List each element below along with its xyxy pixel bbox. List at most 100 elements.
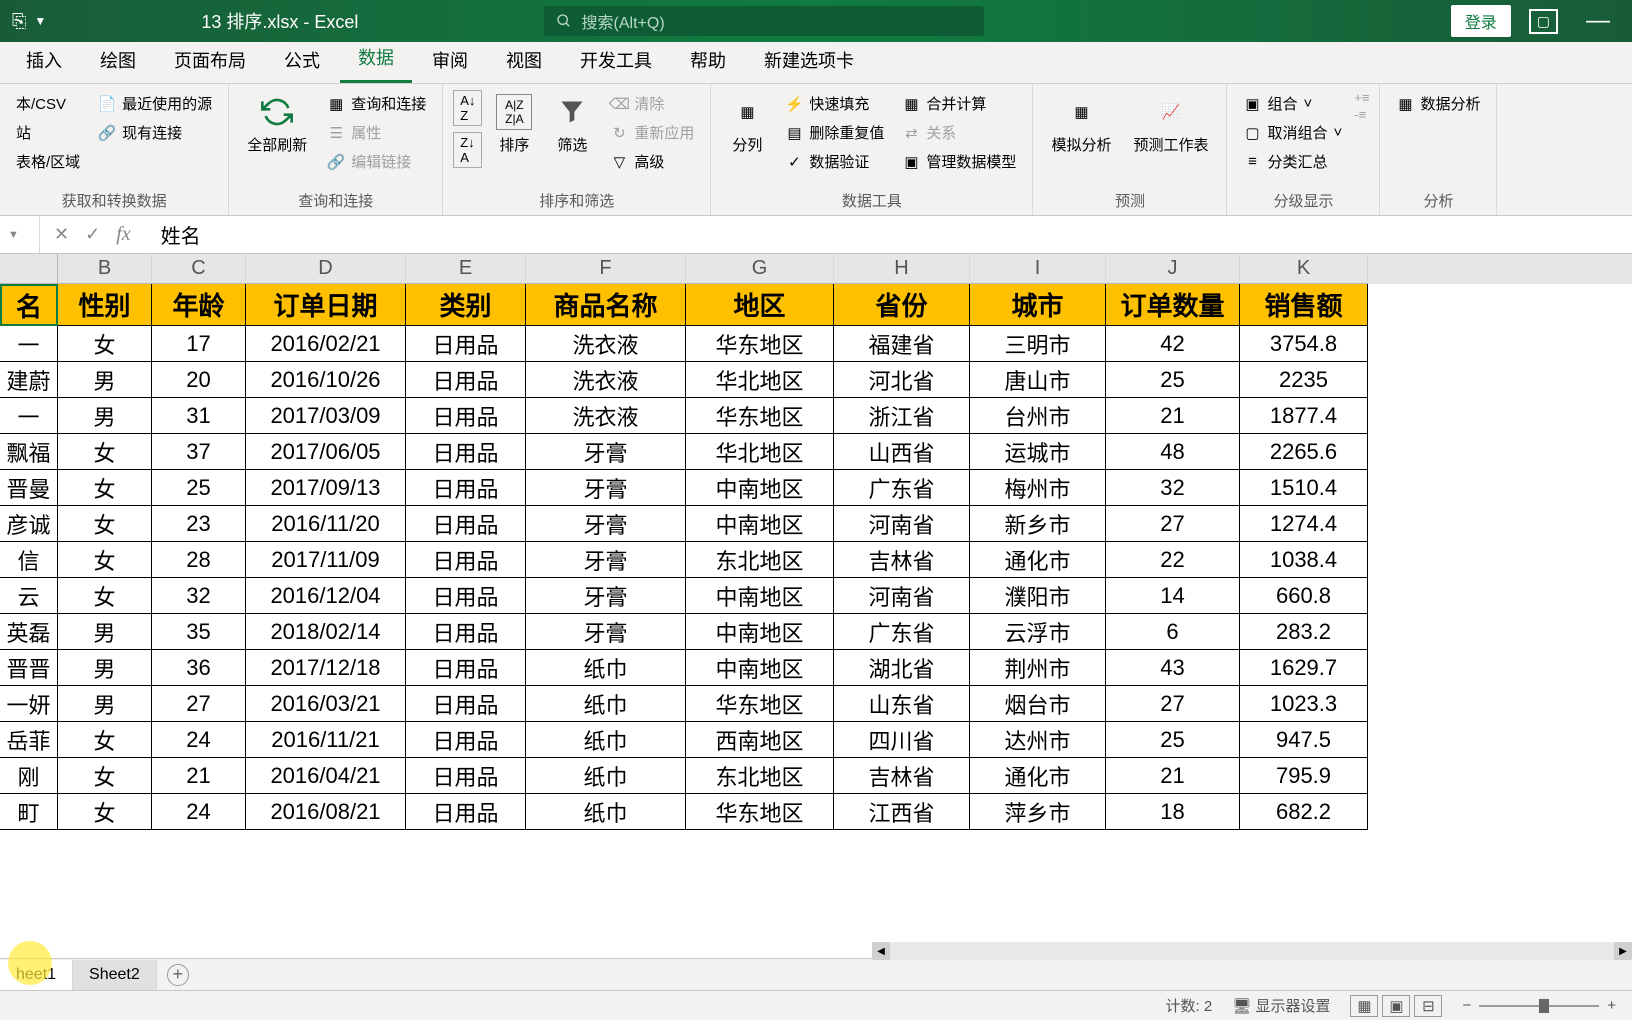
ungroup-button[interactable]: ▢取消组合 ˅: [1237, 119, 1348, 146]
tab-view[interactable]: 视图: [488, 37, 560, 83]
cell[interactable]: 20: [152, 362, 246, 398]
cell[interactable]: 男: [58, 398, 152, 434]
page-break-view-button[interactable]: ⊟: [1414, 995, 1442, 1017]
formula-input[interactable]: 姓名: [145, 216, 1632, 253]
cell[interactable]: 荆州市: [970, 650, 1106, 686]
cell[interactable]: 2016/11/20: [246, 506, 406, 542]
cell[interactable]: 682.2: [1240, 794, 1368, 830]
cell-J1[interactable]: 订单数量: [1106, 284, 1240, 326]
cell[interactable]: 男: [58, 686, 152, 722]
cell[interactable]: 2016/04/21: [246, 758, 406, 794]
cell[interactable]: 日用品: [406, 398, 526, 434]
cell[interactable]: 23: [152, 506, 246, 542]
cell[interactable]: 通化市: [970, 542, 1106, 578]
cell[interactable]: 1023.3: [1240, 686, 1368, 722]
cell[interactable]: 河北省: [834, 362, 970, 398]
cell[interactable]: 2016/08/21: [246, 794, 406, 830]
cell[interactable]: 女: [58, 578, 152, 614]
cell[interactable]: 牙膏: [526, 542, 686, 578]
cell[interactable]: 2265.6: [1240, 434, 1368, 470]
cell[interactable]: 35: [152, 614, 246, 650]
cell[interactable]: 795.9: [1240, 758, 1368, 794]
tab-insert[interactable]: 插入: [8, 37, 80, 83]
cell[interactable]: 31: [152, 398, 246, 434]
confirm-formula-button[interactable]: ✓: [85, 224, 100, 245]
cell[interactable]: 纸巾: [526, 758, 686, 794]
queries-connections-button[interactable]: ▦查询和连接: [321, 90, 432, 117]
cell-F1[interactable]: 商品名称: [526, 284, 686, 326]
cell[interactable]: 2017/09/13: [246, 470, 406, 506]
sort-button[interactable]: A|ZZ|A 排序: [488, 90, 540, 159]
cell[interactable]: 24: [152, 794, 246, 830]
cell-E1[interactable]: 类别: [406, 284, 526, 326]
tab-data[interactable]: 数据: [340, 34, 412, 83]
cell[interactable]: 女: [58, 794, 152, 830]
cell-C1[interactable]: 年龄: [152, 284, 246, 326]
cell-K1[interactable]: 销售额: [1240, 284, 1368, 326]
cell[interactable]: 广东省: [834, 614, 970, 650]
cell[interactable]: 纸巾: [526, 686, 686, 722]
cell[interactable]: 日用品: [406, 794, 526, 830]
col-header-E[interactable]: E: [406, 254, 526, 284]
cell[interactable]: 日用品: [406, 542, 526, 578]
advanced-filter-button[interactable]: ▽高级: [604, 148, 700, 175]
cell[interactable]: 男: [58, 650, 152, 686]
cell[interactable]: 日用品: [406, 326, 526, 362]
col-header-K[interactable]: K: [1240, 254, 1368, 284]
cell[interactable]: 江西省: [834, 794, 970, 830]
cell[interactable]: 纸巾: [526, 722, 686, 758]
cell[interactable]: 24: [152, 722, 246, 758]
cell[interactable]: 日用品: [406, 434, 526, 470]
cell[interactable]: 日用品: [406, 758, 526, 794]
text-to-columns-button[interactable]: ▦ 分列: [721, 90, 773, 159]
cell[interactable]: 25: [152, 470, 246, 506]
col-header-F[interactable]: F: [526, 254, 686, 284]
cell[interactable]: 1038.4: [1240, 542, 1368, 578]
cell[interactable]: 华东地区: [686, 794, 834, 830]
cell[interactable]: 纸巾: [526, 794, 686, 830]
login-button[interactable]: 登录: [1451, 5, 1511, 37]
cell[interactable]: 2016/10/26: [246, 362, 406, 398]
cell[interactable]: 21: [1106, 758, 1240, 794]
cell-D1[interactable]: 订单日期: [246, 284, 406, 326]
cell[interactable]: 台州市: [970, 398, 1106, 434]
cell[interactable]: 32: [1106, 470, 1240, 506]
cell[interactable]: 西南地区: [686, 722, 834, 758]
from-web-button[interactable]: 站: [10, 119, 86, 146]
tab-developer[interactable]: 开发工具: [562, 37, 670, 83]
cell[interactable]: 283.2: [1240, 614, 1368, 650]
cell[interactable]: 云: [0, 578, 58, 614]
cell[interactable]: 中南地区: [686, 614, 834, 650]
cell[interactable]: 947.5: [1240, 722, 1368, 758]
cell-I1[interactable]: 城市: [970, 284, 1106, 326]
cell[interactable]: 男: [58, 614, 152, 650]
cell[interactable]: 洗衣液: [526, 398, 686, 434]
cell[interactable]: 27: [152, 686, 246, 722]
cell[interactable]: 晋晋: [0, 650, 58, 686]
cell[interactable]: 28: [152, 542, 246, 578]
zoom-slider[interactable]: − +: [1462, 997, 1616, 1014]
cell[interactable]: 18: [1106, 794, 1240, 830]
col-header-G[interactable]: G: [686, 254, 834, 284]
display-settings[interactable]: 🖥 显示器设置: [1232, 995, 1330, 1016]
select-all-corner[interactable]: [0, 254, 58, 284]
forecast-sheet-button[interactable]: 📈 预测工作表: [1125, 90, 1216, 159]
cell[interactable]: 建蔚: [0, 362, 58, 398]
minimize-button[interactable]: —: [1576, 7, 1620, 35]
cell[interactable]: 女: [58, 470, 152, 506]
cell[interactable]: 2018/02/14: [246, 614, 406, 650]
add-sheet-button[interactable]: +: [167, 964, 189, 986]
cell[interactable]: 42: [1106, 326, 1240, 362]
cell[interactable]: 中南地区: [686, 470, 834, 506]
cell[interactable]: 2017/03/09: [246, 398, 406, 434]
cell[interactable]: 一: [0, 326, 58, 362]
cell[interactable]: 华北地区: [686, 434, 834, 470]
normal-view-button[interactable]: ▦: [1350, 995, 1378, 1017]
cell[interactable]: 日用品: [406, 614, 526, 650]
cell[interactable]: 三明市: [970, 326, 1106, 362]
cell[interactable]: 通化市: [970, 758, 1106, 794]
cell[interactable]: 女: [58, 506, 152, 542]
cell[interactable]: 37: [152, 434, 246, 470]
cell[interactable]: 1510.4: [1240, 470, 1368, 506]
cell[interactable]: 晋曼: [0, 470, 58, 506]
